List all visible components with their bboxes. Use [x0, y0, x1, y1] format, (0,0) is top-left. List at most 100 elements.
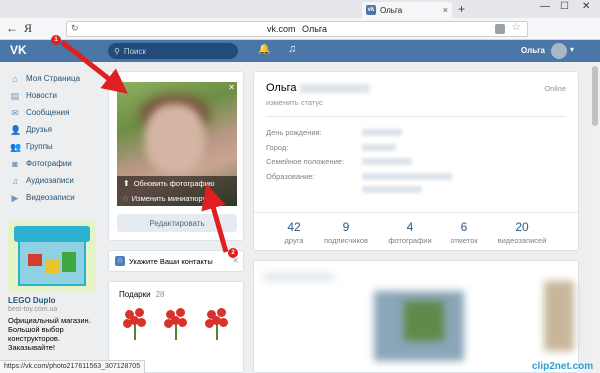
stat-label: фотографии [388, 236, 432, 245]
sidebar-ad[interactable]: LEGO Duplo best-toy.com.ua Официальный м… [8, 222, 98, 352]
gift-flowers-icon[interactable] [203, 308, 231, 342]
vk-header: VK ⚲ Поиск 🔔 ♫ Ольга ▾ [0, 40, 600, 62]
url-input[interactable]: ↻ vk.com Ольга ☆ [66, 21, 528, 37]
gifts-title: Подарки [119, 290, 151, 299]
stat-label: отметок [450, 236, 478, 245]
tab-close-icon[interactable]: × [443, 5, 448, 15]
update-photo-label: Обновить фотографию [133, 179, 215, 188]
home-icon: ⌂ [12, 73, 18, 84]
watermark: clip2net.com [532, 361, 594, 372]
gifts-header[interactable]: Подарки 28 [119, 290, 164, 299]
search-placeholder: Поиск [123, 46, 147, 56]
search-icon: ⚲ [114, 46, 120, 56]
divider [266, 116, 566, 117]
sidebar-item-audio[interactable]: ♫ Аудиозаписи [0, 172, 106, 189]
redacted-value [362, 158, 412, 165]
stat-videos[interactable]: 20 видеозаписей [492, 220, 552, 245]
profile-photo-card: ✕ ⬆ Обновить фотографию ◌ Изменить миниа… [108, 71, 244, 241]
vk-logo[interactable]: VK [10, 43, 30, 59]
friends-icon: 👤 [10, 124, 22, 135]
yandex-logo[interactable]: Я [24, 21, 32, 36]
info-label-relationship: Семейное положение: [266, 157, 345, 166]
sidebar-item-photos[interactable]: ◙ Фотографии [0, 155, 106, 172]
stat-value: 4 [406, 220, 414, 234]
audio-icon: ♫ [11, 175, 19, 186]
photos-strip [253, 260, 579, 373]
sidebar-item-messages[interactable]: ✉ Сообщения [0, 104, 106, 121]
info-label-birthday: День рождения: [266, 128, 322, 137]
stat-tags[interactable]: 6 отметок [434, 220, 494, 245]
sidebar-item-label: Группы [26, 142, 53, 151]
sidebar-item-groups[interactable]: 👥 Группы [0, 138, 106, 155]
info-label-education: Образование: [266, 172, 315, 181]
gift-flowers-icon[interactable] [162, 308, 190, 342]
sidebar-item-label: Видеозаписи [26, 193, 75, 202]
sidebar-item-label: Друзья [26, 125, 52, 134]
photo-actions-overlay: ⬆ Обновить фотографию ◌ Изменить миниатю… [117, 176, 237, 206]
redacted-surname [300, 84, 370, 93]
video-icon: ▶ [11, 192, 19, 203]
back-arrow-icon[interactable]: ← [6, 21, 18, 35]
close-icon[interactable]: ✕ [228, 83, 235, 92]
new-tab-button[interactable]: + [458, 2, 465, 16]
page-scrollbar[interactable] [590, 62, 600, 373]
upload-arrow-icon: ⬆ [123, 179, 130, 188]
sidebar-item-label: Сообщения [26, 108, 70, 117]
contacts-notification[interactable]: ⌂ Укажите Ваши контакты ✕ [108, 250, 244, 272]
update-photo-action[interactable]: ⬆ Обновить фотографию [117, 176, 237, 191]
change-thumbnail-action[interactable]: ◌ Изменить миниатюру [117, 191, 237, 206]
info-label-city: Город: [266, 143, 289, 152]
ad-image[interactable] [8, 222, 96, 292]
sidebar-item-label: Новости [26, 91, 57, 100]
stat-friends[interactable]: 42 друга [264, 220, 324, 245]
change-thumbnail-label: Изменить миниатюру [131, 194, 207, 203]
sidebar-item-label: Моя Страница [26, 74, 81, 83]
sidebar-item-video[interactable]: ▶ Видеозаписи [0, 189, 106, 206]
stat-value: 9 [342, 220, 350, 234]
avatar[interactable] [551, 43, 567, 59]
sidebar-item-label: Аудиозаписи [26, 176, 74, 185]
sidebar-item-my-page[interactable]: ⌂ Моя Страница [0, 70, 106, 87]
sidebar-item-friends[interactable]: 👤 Друзья [0, 121, 106, 138]
redacted-value [362, 129, 402, 136]
stat-photos[interactable]: 4 фотографии [380, 220, 440, 245]
news-icon: ▤ [10, 90, 20, 101]
ad-domain: best-toy.com.ua [8, 306, 58, 313]
messages-icon: ✉ [11, 107, 19, 118]
redacted-value [362, 144, 396, 151]
browser-tab[interactable]: vk Ольга × [362, 2, 452, 18]
notifications-bell-icon[interactable]: 🔔 [258, 44, 270, 55]
sidebar: ⌂ Моя Страница ▤ Новости ✉ Сообщения 👤 Д… [0, 70, 106, 206]
groups-icon: 👥 [10, 141, 22, 152]
url-page-title: Ольга [302, 24, 327, 34]
ad-title[interactable]: LEGO Duplo [8, 296, 98, 305]
photo-thumbnail[interactable] [544, 281, 574, 351]
annotation-badge-2: 2 [228, 248, 238, 258]
redacted-value [362, 173, 452, 180]
gifts-count: 28 [155, 290, 165, 299]
minimize-button[interactable]: — [540, 1, 550, 12]
header-user-name[interactable]: Ольга [521, 46, 545, 55]
chevron-down-icon[interactable]: ▾ [570, 45, 574, 54]
change-status-link[interactable]: изменить статус [266, 98, 323, 107]
sidebar-item-news[interactable]: ▤ Новости [0, 87, 106, 104]
stat-followers[interactable]: 9 подписчиков [316, 220, 376, 245]
search-input[interactable]: ⚲ Поиск [108, 43, 238, 59]
photo-thumbnail[interactable] [404, 301, 444, 341]
url-domain: vk.com [267, 24, 296, 34]
maximize-button[interactable]: ☐ [560, 1, 569, 12]
online-status: Online [544, 84, 566, 93]
music-icon[interactable]: ♫ [288, 43, 296, 55]
bookmark-star-icon[interactable]: ☆ [512, 22, 521, 33]
redacted-header [264, 273, 334, 281]
profile-info-card: Ольга изменить статус Online День рожден… [253, 71, 579, 251]
close-window-button[interactable]: ✕ [582, 1, 590, 12]
stat-label: подписчиков [324, 236, 368, 245]
edit-profile-button[interactable]: Редактировать [117, 214, 237, 232]
ad-text: Официальный магазин. Большой выбор конст… [8, 316, 91, 352]
gift-flowers-icon[interactable] [121, 308, 149, 342]
status-bar-url: https://vk.com/photo217611563_307128705 [0, 360, 146, 373]
lock-icon[interactable] [495, 24, 505, 34]
sidebar-item-label: Фотографии [26, 159, 72, 168]
scrollbar-thumb[interactable] [592, 66, 598, 126]
